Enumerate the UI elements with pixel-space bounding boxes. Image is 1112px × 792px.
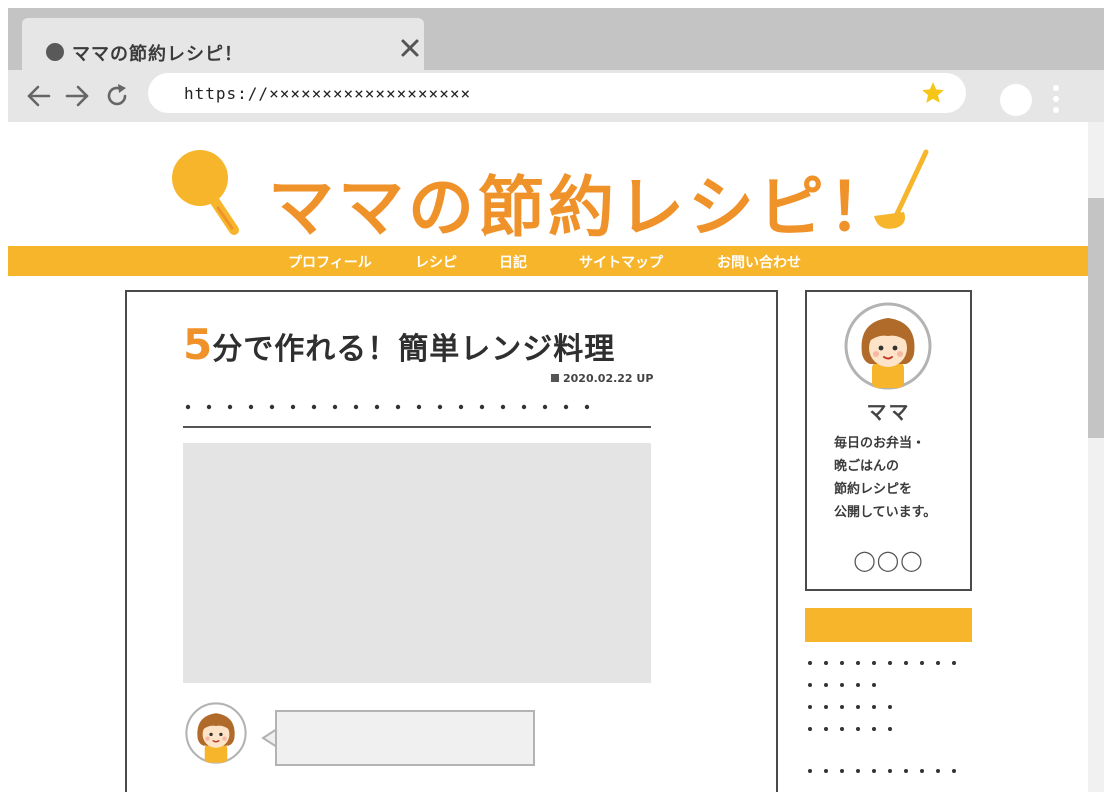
ladle-icon <box>874 149 929 229</box>
speech-bubble <box>275 710 535 766</box>
profile-name: ママ <box>866 400 911 424</box>
widget-dots-line <box>808 661 956 665</box>
close-icon[interactable] <box>396 34 424 62</box>
text-placeholder-dots <box>185 404 590 410</box>
page-scrollbar[interactable] <box>1088 122 1104 792</box>
nav-item-recipe[interactable]: レシピ <box>415 252 457 272</box>
nav-item-diary[interactable]: 日記 <box>499 252 527 272</box>
kebab-menu-icon[interactable] <box>1052 84 1060 114</box>
profile-bio-line: 晩ごはんの <box>834 459 900 474</box>
avatar-icon[interactable] <box>844 302 932 390</box>
post-date: 2020.02.22 UP <box>551 372 653 385</box>
divider <box>183 426 651 428</box>
url-text: https://××××××××××××××××××× <box>184 84 472 103</box>
avatar-icon <box>185 702 247 764</box>
site-title: ママの節約レシピ！ <box>268 169 898 246</box>
date-square-icon <box>551 374 559 382</box>
profile-bio-line: 毎日のお弁当・ <box>834 436 926 451</box>
browser-profile-button[interactable] <box>1000 84 1032 116</box>
profile-bio-line: 公開しています。 <box>834 505 937 520</box>
browser-chrome: ママの節約レシピ！ https://××××××××××××××××××× <box>8 8 1104 122</box>
site-logo[interactable]: ママの節約レシピ！ <box>168 136 948 246</box>
nav-item-contact[interactable]: お問い合わせ <box>717 252 801 272</box>
page-viewport: ママの節約レシピ！ プロフィール レシピ 日記 サイトマップ お問い合わせ 5分… <box>8 122 1088 792</box>
back-arrow-icon[interactable] <box>26 83 52 109</box>
nav-item-profile[interactable]: プロフィール <box>288 252 372 272</box>
sidebar-widget-header <box>805 608 972 642</box>
article-title-text: 分で作れる！簡単レンジ料理 <box>212 332 616 367</box>
bookmark-star-icon[interactable] <box>920 80 946 106</box>
browser-toolbar: https://××××××××××××××××××× <box>8 70 1104 122</box>
nav-item-sitemap[interactable]: サイトマップ <box>579 252 663 272</box>
article-title-number: 5 <box>183 320 213 369</box>
reload-icon[interactable] <box>104 83 130 109</box>
article-card: 5分で作れる！簡単レンジ料理 2020.02.22 UP <box>125 290 778 792</box>
profile-bio-line: 節約レシピを <box>834 482 913 497</box>
widget-dots-line <box>808 769 956 773</box>
nav-bar: プロフィール レシピ 日記 サイトマップ お問い合わせ <box>8 246 1088 276</box>
tab-favicon-icon <box>46 43 64 61</box>
widget-dots-line <box>808 705 892 709</box>
scrollbar-thumb[interactable] <box>1088 198 1104 438</box>
profile-social-circles[interactable]: ◯◯◯ <box>807 548 970 572</box>
widget-dots-line <box>808 727 892 731</box>
profile-card: ママ 毎日のお弁当・ 晩ごはんの 節約レシピを 公開しています。 ◯◯◯ <box>805 290 972 591</box>
article-title[interactable]: 5分で作れる！簡単レンジ料理 <box>183 320 615 369</box>
url-bar[interactable]: https://××××××××××××××××××× <box>148 73 966 113</box>
forward-arrow-icon[interactable] <box>64 83 90 109</box>
browser-tab[interactable]: ママの節約レシピ！ <box>22 18 424 70</box>
tab-title: ママの節約レシピ！ <box>72 44 243 65</box>
post-date-text: 2020.02.22 UP <box>563 372 654 385</box>
widget-dots-line <box>808 683 876 687</box>
article-image-placeholder <box>183 443 651 683</box>
frying-pan-icon <box>172 150 239 235</box>
